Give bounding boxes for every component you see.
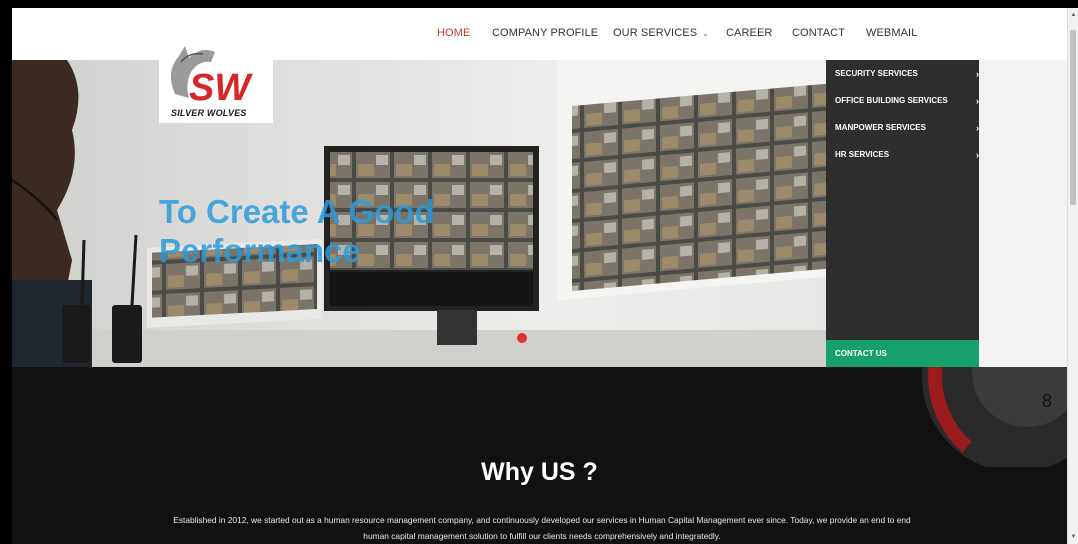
page-scrollbar[interactable]: ▲ ▼ — [1067, 8, 1078, 544]
page-viewport: HOME COMPANY PROFILE OUR SERVICES ⌄ CAREE… — [12, 8, 1067, 544]
contact-us-label: CONTACT US — [835, 349, 887, 358]
hero-title: To Create A Good Performance — [159, 193, 435, 269]
nav-career[interactable]: CAREER — [726, 27, 772, 39]
dropdown-office-building-services[interactable]: OFFICE BUILDING SERVICES › — [835, 96, 979, 106]
chevron-right-icon: › — [976, 96, 979, 106]
logo-text: SILVER WOLVES — [171, 108, 247, 118]
silver-wolves-logo[interactable]: SW SILVER WOLVES — [159, 42, 273, 123]
nav-contact[interactable]: CONTACT — [792, 27, 845, 39]
dropdown-hr-services[interactable]: HR SERVICES › — [835, 150, 979, 160]
nav-webmail[interactable]: WEBMAIL — [866, 27, 917, 39]
logo-monogram: SW — [189, 67, 253, 109]
why-us-description: Established in 2012, we started out as a… — [173, 515, 911, 541]
chevron-right-icon: › — [976, 123, 979, 133]
contact-us-button[interactable]: CONTACT US — [826, 340, 979, 367]
services-dropdown-menu: SECURITY SERVICES › OFFICE BUILDING SERV… — [826, 60, 979, 367]
why-us-section: 8 Why US ? Established in 2012, we start… — [12, 367, 1067, 544]
chevron-right-icon: › — [976, 69, 979, 79]
scroll-down-icon[interactable]: ▼ — [1069, 532, 1078, 542]
svg-text:8: 8 — [1042, 391, 1052, 411]
nav-our-services-label: OUR SERVICES — [613, 27, 698, 39]
clock-decoration-icon: 8 — [922, 367, 1067, 467]
dropdown-item-label: HR SERVICES — [835, 150, 890, 159]
chevron-right-icon: › — [976, 150, 979, 160]
scroll-up-icon[interactable]: ▲ — [1069, 10, 1078, 20]
nav-company-profile[interactable]: COMPANY PROFILE — [492, 27, 598, 39]
dropdown-manpower-services[interactable]: MANPOWER SERVICES › — [835, 123, 979, 133]
dropdown-item-label: SECURITY SERVICES — [835, 69, 918, 78]
nav-our-services[interactable]: OUR SERVICES ⌄ — [613, 27, 709, 39]
dropdown-item-label: MANPOWER SERVICES — [835, 123, 926, 132]
right-side-panel — [979, 60, 1067, 367]
window-top-border — [0, 0, 1078, 8]
browser-frame: HOME COMPANY PROFILE OUR SERVICES ⌄ CAREE… — [0, 0, 1078, 544]
window-left-border — [0, 0, 12, 544]
chevron-down-icon: ⌄ — [702, 29, 709, 38]
dropdown-item-label: OFFICE BUILDING SERVICES — [835, 96, 948, 105]
nav-home[interactable]: HOME — [437, 27, 470, 39]
scrollbar-thumb[interactable] — [1070, 30, 1076, 205]
why-us-title: Why US ? — [481, 458, 598, 486]
dropdown-security-services[interactable]: SECURITY SERVICES › — [835, 69, 979, 79]
